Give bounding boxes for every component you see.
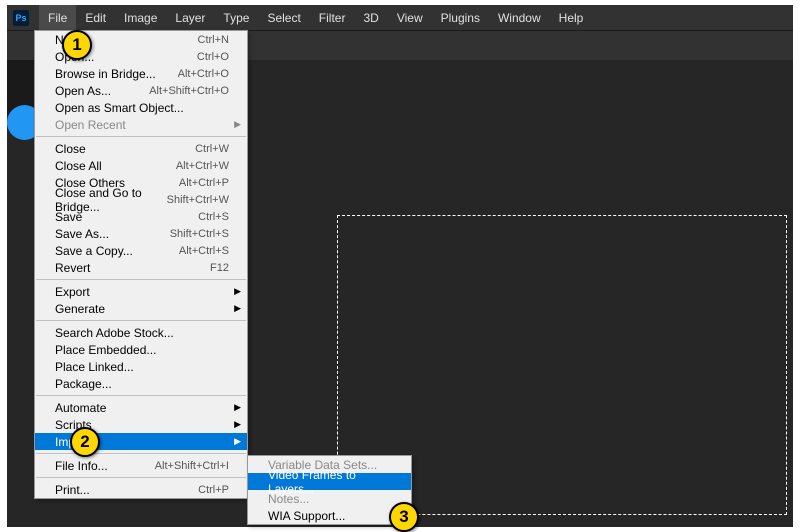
menu-separator bbox=[36, 477, 246, 478]
menu-item-print[interactable]: Print... Ctrl+P bbox=[35, 481, 247, 498]
menu-view[interactable]: View bbox=[388, 5, 432, 30]
menubar: Ps File Edit Image Layer Type Select Fil… bbox=[7, 5, 793, 30]
menu-shortcut: Shift+Ctrl+W bbox=[167, 194, 229, 206]
menu-item-place-linked[interactable]: Place Linked... bbox=[35, 358, 247, 375]
submenu-item-wia-support[interactable]: WIA Support... bbox=[248, 507, 411, 524]
menu-shortcut: Alt+Ctrl+S bbox=[179, 245, 229, 257]
menu-shortcut: Alt+Ctrl+P bbox=[179, 177, 229, 189]
menu-item-label: Open As... bbox=[55, 84, 111, 98]
menu-item-label: Place Embedded... bbox=[55, 343, 156, 357]
menu-separator bbox=[36, 395, 246, 396]
menu-item-label: Open as Smart Object... bbox=[55, 101, 184, 115]
menu-shortcut: Ctrl+N bbox=[198, 34, 229, 46]
menu-item-save-a-copy[interactable]: Save a Copy... Alt+Ctrl+S bbox=[35, 242, 247, 259]
menu-help[interactable]: Help bbox=[550, 5, 593, 30]
submenu-item-notes[interactable]: Notes... bbox=[248, 490, 411, 507]
menu-item-place-embedded[interactable]: Place Embedded... bbox=[35, 341, 247, 358]
menu-shortcut: Alt+Ctrl+W bbox=[176, 160, 229, 172]
menu-item-export[interactable]: Export ▶ bbox=[35, 283, 247, 300]
menu-file[interactable]: File bbox=[39, 5, 76, 30]
menu-item-label: File Info... bbox=[55, 459, 108, 473]
menu-shortcut: Ctrl+P bbox=[198, 484, 229, 496]
annotation-badge-1: 1 bbox=[62, 30, 92, 60]
submenu-arrow-icon: ▶ bbox=[234, 286, 241, 297]
menu-shortcut: Alt+Shift+Ctrl+I bbox=[155, 460, 229, 472]
menu-item-save[interactable]: Save Ctrl+S bbox=[35, 208, 247, 225]
menu-item-label: Browse in Bridge... bbox=[55, 67, 156, 81]
menu-item-label: Print... bbox=[55, 483, 90, 497]
submenu-arrow-icon: ▶ bbox=[234, 303, 241, 314]
submenu-item-video-frames-to-layers[interactable]: Video Frames to Layers... bbox=[248, 473, 411, 490]
menu-item-package[interactable]: Package... bbox=[35, 375, 247, 392]
submenu-arrow-icon: ▶ bbox=[234, 119, 241, 130]
menu-shortcut: Shift+Ctrl+S bbox=[170, 228, 229, 240]
submenu-item-label: WIA Support... bbox=[268, 509, 345, 523]
menu-item-save-as[interactable]: Save As... Shift+Ctrl+S bbox=[35, 225, 247, 242]
menu-item-scripts[interactable]: Scripts▶ bbox=[35, 416, 247, 433]
annotation-badge-3: 3 bbox=[389, 502, 419, 532]
menu-layer[interactable]: Layer bbox=[166, 5, 214, 30]
menu-item-label: Open Recent bbox=[55, 118, 126, 132]
app-window: Ps File Edit Image Layer Type Select Fil… bbox=[7, 5, 793, 527]
menu-item-label: Package... bbox=[55, 377, 112, 391]
app-logo-icon: Ps bbox=[13, 10, 29, 26]
menu-shortcut: Ctrl+O bbox=[197, 51, 229, 63]
menu-item-revert[interactable]: Revert F12 bbox=[35, 259, 247, 276]
menu-separator bbox=[36, 136, 246, 137]
menu-item-open-as-smart-object[interactable]: Open as Smart Object... bbox=[35, 99, 247, 116]
menu-item-label: Search Adobe Stock... bbox=[55, 326, 174, 340]
menu-item-label: Generate bbox=[55, 302, 105, 316]
menu-filter[interactable]: Filter bbox=[310, 5, 355, 30]
menu-select[interactable]: Select bbox=[258, 5, 309, 30]
menu-shortcut: F12 bbox=[210, 262, 229, 274]
menu-item-label: Export bbox=[55, 285, 90, 299]
menu-item-file-info[interactable]: File Info... Alt+Shift+Ctrl+I bbox=[35, 457, 247, 474]
submenu-arrow-icon: ▶ bbox=[234, 402, 241, 413]
menu-item-label: Automate bbox=[55, 401, 106, 415]
menu-type[interactable]: Type bbox=[214, 5, 258, 30]
menu-shortcut: Ctrl+W bbox=[195, 143, 229, 155]
file-dropdown: New...Ctrl+NOpen...Ctrl+OBrowse in Bridg… bbox=[34, 30, 248, 499]
menu-edit[interactable]: Edit bbox=[76, 5, 115, 30]
menu-item-import[interactable]: Import▶ bbox=[35, 433, 247, 450]
menu-item-label: Revert bbox=[55, 261, 90, 275]
menu-window[interactable]: Window bbox=[489, 5, 550, 30]
menu-item-label: Save a Copy... bbox=[55, 244, 133, 258]
menu-item-close[interactable]: Close Ctrl+W bbox=[35, 140, 247, 157]
menu-shortcut: Alt+Ctrl+O bbox=[178, 68, 229, 80]
menu-separator bbox=[36, 320, 246, 321]
menu-item-label: Close bbox=[55, 142, 86, 156]
menu-plugins[interactable]: Plugins bbox=[432, 5, 489, 30]
menu-shortcut: Ctrl+S bbox=[198, 211, 229, 223]
menu-item-browse-in-bridge[interactable]: Browse in Bridge... Alt+Ctrl+O bbox=[35, 65, 247, 82]
menu-item-open-as[interactable]: Open As... Alt+Shift+Ctrl+O bbox=[35, 82, 247, 99]
menu-shortcut: Alt+Shift+Ctrl+O bbox=[149, 85, 229, 97]
annotation-badge-2: 2 bbox=[70, 427, 100, 457]
menu-item-generate[interactable]: Generate ▶ bbox=[35, 300, 247, 317]
menu-item-label: Save As... bbox=[55, 227, 109, 241]
menu-item-search-adobe-stock[interactable]: Search Adobe Stock... bbox=[35, 324, 247, 341]
menu-separator bbox=[36, 453, 246, 454]
menu-item-close-and-go-to-bridge[interactable]: Close and Go to Bridge...Shift+Ctrl+W bbox=[35, 191, 247, 208]
menu-item-automate[interactable]: Automate ▶ bbox=[35, 399, 247, 416]
submenu-arrow-icon: ▶ bbox=[234, 436, 241, 447]
import-submenu: Variable Data Sets...Video Frames to Lay… bbox=[247, 455, 412, 525]
submenu-item-label: Notes... bbox=[268, 492, 309, 506]
menu-item-close-all[interactable]: Close All Alt+Ctrl+W bbox=[35, 157, 247, 174]
menu-separator bbox=[36, 279, 246, 280]
menu-item-label: Save bbox=[55, 210, 82, 224]
menu-3d[interactable]: 3D bbox=[354, 5, 387, 30]
submenu-arrow-icon: ▶ bbox=[234, 419, 241, 430]
menu-image[interactable]: Image bbox=[115, 5, 166, 30]
menu-item-open-recent[interactable]: Open Recent ▶ bbox=[35, 116, 247, 133]
menu-item-label: Close All bbox=[55, 159, 102, 173]
menu-item-label: Place Linked... bbox=[55, 360, 134, 374]
